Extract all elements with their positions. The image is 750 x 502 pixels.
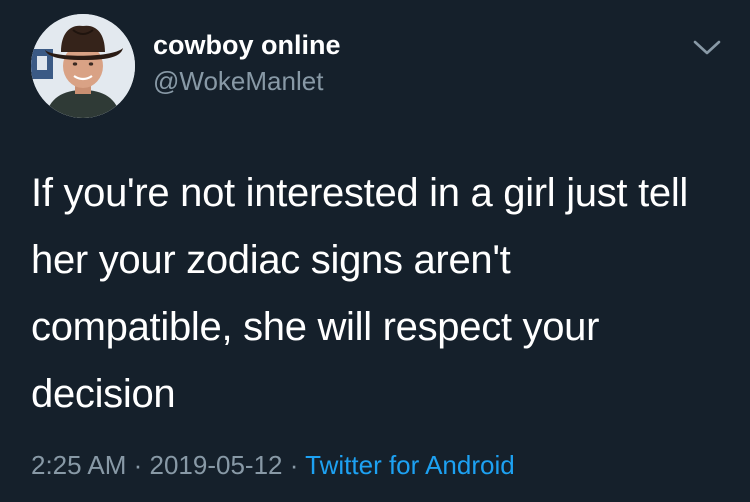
profile-photo-icon	[31, 14, 135, 118]
meta-separator: ·	[126, 450, 150, 480]
tweet-time: 2:25 AM	[31, 450, 127, 480]
tweet-meta: 2:25 AM · 2019-05-12 · Twitter for Andro…	[31, 447, 515, 483]
avatar[interactable]	[31, 14, 135, 118]
chevron-down-icon[interactable]	[693, 38, 721, 58]
user-handle[interactable]: @WokeManlet	[153, 65, 323, 97]
meta-separator-2: ·	[282, 450, 306, 480]
tweet-date: 2019-05-12	[149, 450, 283, 480]
tweet-text: If you're not interested in a girl just …	[31, 171, 688, 416]
tweet: cowboy online @WokeManlet If you're not …	[0, 0, 750, 502]
tweet-source-link[interactable]: Twitter for Android	[305, 450, 515, 480]
display-name[interactable]: cowboy online	[153, 29, 341, 61]
